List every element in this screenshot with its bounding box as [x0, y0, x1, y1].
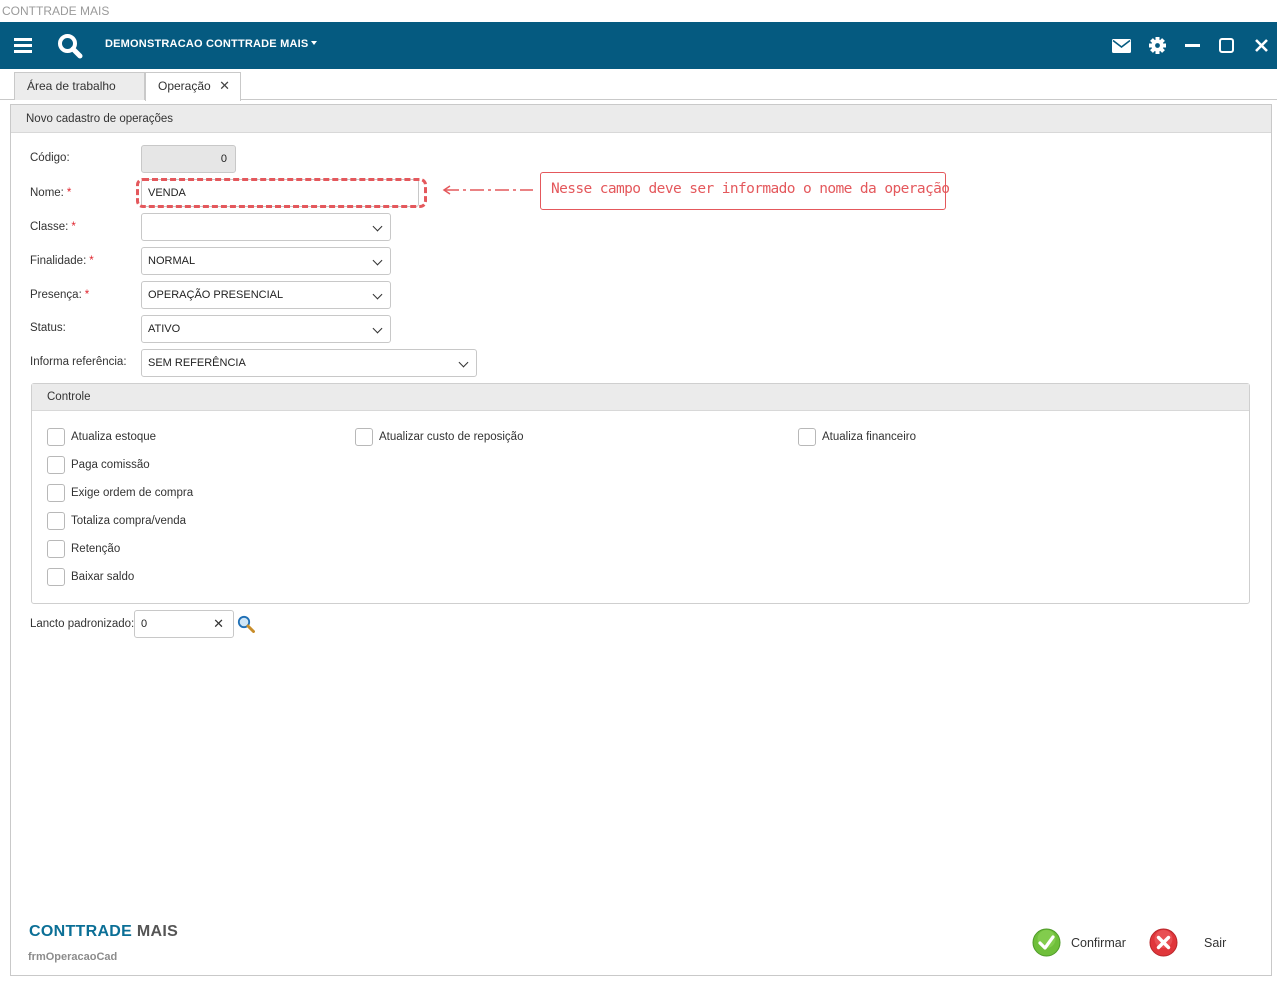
- window-title: CONTTRADE MAIS: [0, 0, 1277, 22]
- form-name: frmOperacaoCad: [28, 951, 118, 963]
- lancto-field[interactable]: 0 ✕: [134, 610, 234, 638]
- checkbox-box[interactable]: [47, 512, 65, 530]
- finalidade-label: Finalidade: *: [30, 255, 94, 267]
- exit-label: Sair: [1204, 935, 1227, 950]
- confirm-button[interactable]: Confirmar: [1032, 928, 1126, 957]
- chevron-down-icon: [372, 221, 383, 232]
- clear-icon[interactable]: ✕: [213, 611, 224, 637]
- presenca-label: Presença: *: [30, 289, 90, 301]
- nome-label: Nome: *: [30, 187, 72, 199]
- tab-label: Operação: [158, 79, 211, 93]
- codigo-field: 0: [141, 145, 236, 173]
- cancel-icon: [1149, 928, 1178, 957]
- chevron-down-icon: [458, 357, 469, 368]
- form-header: Novo cadastro de operações: [11, 105, 1271, 133]
- tab-label: Área de trabalho: [27, 79, 116, 93]
- checkbox-label: Exige ordem de compra: [71, 487, 194, 499]
- required-mark: *: [89, 255, 94, 267]
- checkbox-label: Baixar saldo: [71, 571, 135, 583]
- checkbox-box[interactable]: [47, 484, 65, 502]
- checkbox-atualiza-financeiro[interactable]: Atualiza financeiro: [798, 428, 916, 446]
- checkbox-atualizar-custo-reposicao[interactable]: Atualizar custo de reposição: [355, 428, 523, 446]
- lancto-label: Lancto padronizado:: [30, 618, 135, 630]
- controle-header: Controle: [32, 384, 1249, 411]
- menu-icon[interactable]: [12, 22, 34, 69]
- presenca-select[interactable]: OPERAÇÃO PRESENCIAL: [141, 281, 391, 309]
- tab-close-icon[interactable]: ✕: [219, 73, 230, 99]
- controle-group: Controle: [31, 383, 1250, 604]
- checkbox-box[interactable]: [798, 428, 816, 446]
- checkbox-box[interactable]: [47, 568, 65, 586]
- checkbox-box[interactable]: [47, 428, 65, 446]
- company-selector[interactable]: DEMONSTRACAO CONTTRADE MAIS: [105, 22, 318, 69]
- checkbox-exige-ordem-compra[interactable]: Exige ordem de compra: [47, 484, 193, 502]
- lancto-value: 0: [141, 618, 148, 630]
- annotation-callout: Nesse campo deve ser informado o nome da…: [540, 172, 950, 210]
- referencia-select[interactable]: SEM REFERÊNCIA: [141, 349, 477, 377]
- chevron-down-icon: [372, 289, 383, 300]
- minimize-icon[interactable]: [1184, 22, 1200, 69]
- status-label: Status:: [30, 322, 66, 334]
- classe-label: Classe: *: [30, 221, 76, 233]
- confirm-label: Confirmar: [1071, 935, 1126, 950]
- checkbox-baixar-saldo[interactable]: Baixar saldo: [47, 568, 134, 586]
- highlight-box: [136, 178, 427, 208]
- check-icon: [1032, 928, 1061, 957]
- checkbox-label: Retenção: [71, 543, 121, 555]
- annotation-arrow-icon: [442, 185, 533, 195]
- close-icon[interactable]: [1253, 22, 1269, 69]
- status-select[interactable]: ATIVO: [141, 315, 391, 343]
- search-icon[interactable]: [56, 22, 84, 69]
- chevron-down-icon: [372, 323, 383, 334]
- referencia-label: Informa referência:: [30, 356, 127, 368]
- maximize-icon[interactable]: [1218, 22, 1234, 69]
- mail-icon[interactable]: [1111, 22, 1131, 69]
- checkbox-box[interactable]: [47, 456, 65, 474]
- classe-select[interactable]: [141, 213, 391, 241]
- checkbox-label: Atualizar custo de reposição: [379, 431, 524, 443]
- tab-bar: Área de trabalho Operação ✕: [0, 69, 1277, 101]
- checkbox-paga-comissao[interactable]: Paga comissão: [47, 456, 150, 474]
- checkbox-label: Totaliza compra/venda: [71, 515, 187, 527]
- caret-down-icon: [311, 41, 318, 45]
- gear-icon[interactable]: [1148, 22, 1166, 69]
- finalidade-select[interactable]: NORMAL: [141, 247, 391, 275]
- codigo-label: Código:: [30, 152, 70, 164]
- company-name: DEMONSTRACAO CONTTRADE MAIS: [105, 38, 309, 50]
- top-bar: DEMONSTRACAO CONTTRADE MAIS: [0, 22, 1277, 69]
- required-mark: *: [66, 187, 72, 199]
- checkbox-label: Atualiza estoque: [71, 431, 157, 443]
- checkbox-label: Paga comissão: [71, 459, 150, 471]
- tab-operacao[interactable]: Operação ✕: [145, 72, 241, 101]
- checkbox-label: Atualiza financeiro: [822, 431, 916, 443]
- checkbox-box[interactable]: [47, 540, 65, 558]
- checkbox-box[interactable]: [355, 428, 373, 446]
- required-mark: *: [71, 221, 76, 233]
- required-mark: *: [84, 289, 90, 301]
- checkbox-totaliza-compra-venda[interactable]: Totaliza compra/venda: [47, 512, 186, 530]
- checkbox-atualiza-estoque[interactable]: Atualiza estoque: [47, 428, 156, 446]
- tab-area-de-trabalho[interactable]: Área de trabalho: [14, 72, 145, 100]
- exit-button[interactable]: Sair: [1149, 928, 1226, 957]
- lookup-search-icon[interactable]: [237, 615, 255, 633]
- checkbox-retencao[interactable]: Retenção: [47, 540, 120, 558]
- chevron-down-icon: [372, 255, 383, 266]
- brand-logo: CONTTRADE MAIS: [29, 923, 179, 940]
